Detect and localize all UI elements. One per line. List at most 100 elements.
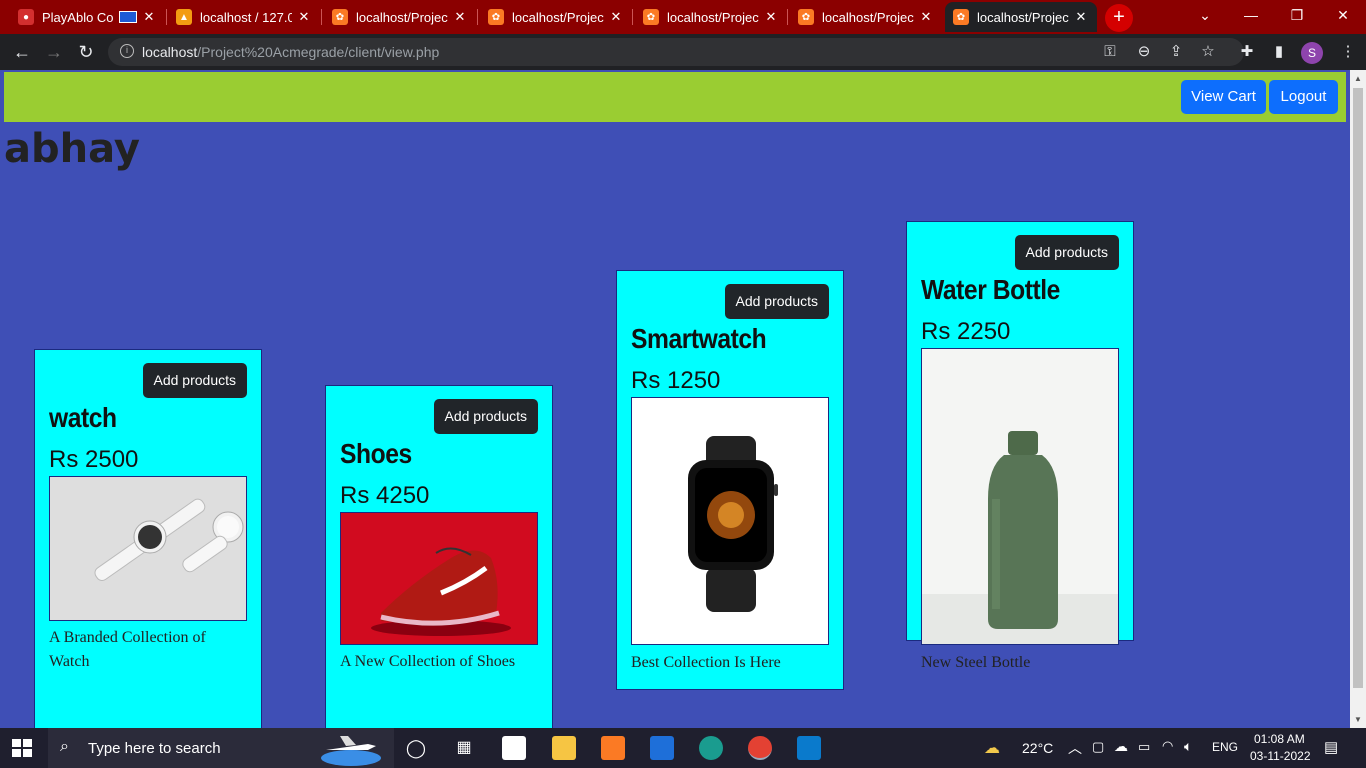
show-hidden-icons-icon[interactable]: ︿ <box>1068 738 1082 758</box>
news-app-icon[interactable] <box>650 736 674 760</box>
share-icon[interactable]: ⇪ <box>1166 42 1186 62</box>
product-description: Best Collection Is Here <box>631 654 781 671</box>
windows-start-icon[interactable] <box>8 736 36 760</box>
side-panel-icon[interactable]: ▮ <box>1269 42 1289 62</box>
tab-title: localhost/Project <box>667 9 759 25</box>
close-tab-icon[interactable]: ✕ <box>1073 9 1089 25</box>
tab-title: localhost/Project <box>822 9 914 25</box>
product-name: Smartwatch <box>631 323 767 354</box>
tab-search-icon[interactable]: ⌄ <box>1182 0 1228 32</box>
tab-playablo[interactable]: ● PlayAblo Co ✕ <box>10 2 165 32</box>
restore-icon[interactable]: ❐ <box>1274 0 1320 32</box>
taskbar-search-box[interactable]: ⌕ Type here to search <box>48 728 394 768</box>
product-name: Shoes <box>340 438 412 469</box>
scroll-up-icon[interactable]: ▲ <box>1354 74 1362 83</box>
onedrive-icon[interactable]: ☁ <box>1114 738 1128 755</box>
clock-time[interactable]: 01:08 AM <box>1254 732 1305 746</box>
add-product-button[interactable]: Add products <box>433 399 538 434</box>
add-product-button[interactable]: Add products <box>142 363 247 398</box>
screen-share-icon <box>119 11 137 23</box>
xampp-icon: ✿ <box>953 9 969 25</box>
tab-project-1[interactable]: ✿ localhost/Project ✕ <box>324 2 476 32</box>
widgets-icon[interactable]: ▦ <box>452 736 476 760</box>
bookmark-star-icon[interactable]: ☆ <box>1198 42 1218 62</box>
product-description: A New Collection of Shoes <box>340 653 516 670</box>
volume-icon[interactable]: 🔈︎ <box>1184 738 1192 755</box>
language-indicator[interactable]: ENG <box>1212 740 1238 754</box>
edge-icon[interactable] <box>699 736 723 760</box>
product-image <box>631 397 829 645</box>
product-card: Add products Shoes Rs 4250 A New Collect… <box>325 385 553 728</box>
close-tab-icon[interactable]: ✕ <box>296 9 312 25</box>
weather-temp[interactable]: 22°C <box>1022 740 1053 756</box>
close-tab-icon[interactable]: ✕ <box>141 9 157 25</box>
menu-icon[interactable]: ⋮ <box>1338 42 1358 62</box>
extensions-icon[interactable]: ✚ <box>1237 42 1257 62</box>
xampp-icon: ✿ <box>798 9 814 25</box>
page-content: View Cart Logout abhay Add products watc… <box>0 70 1350 728</box>
black-smartwatch-photo <box>632 398 828 644</box>
product-card: Add products Smartwatch Rs 1250 Best Col… <box>616 270 844 690</box>
product-price: Rs 2250 <box>921 318 1011 345</box>
tab-project-4[interactable]: ✿ localhost/Project ✕ <box>790 2 942 32</box>
page-scrollbar[interactable]: ▲ ▼ <box>1350 70 1366 728</box>
back-icon[interactable]: ← <box>8 38 36 66</box>
device-icon[interactable]: ▢ <box>1092 739 1104 755</box>
phpmyadmin-icon: ▲ <box>176 9 192 25</box>
close-tab-icon[interactable]: ✕ <box>452 9 468 25</box>
url-text: localhost/Project%20Acmegrade/client/vie… <box>142 44 440 60</box>
user-name-heading: abhay <box>4 126 140 172</box>
weather-icon[interactable]: ☁ <box>984 738 1000 758</box>
product-description: A Branded Collection of Watch <box>49 629 206 670</box>
profile-avatar[interactable]: S <box>1301 42 1323 64</box>
key-icon[interactable]: ⚿ <box>1100 42 1120 62</box>
search-icon: ⌕ <box>60 738 69 755</box>
system-tray: ☁ 22°C ︿ ▢ ☁ ▭ ◠ 🔈︎ ENG 01:08 AM 03-11-2… <box>982 728 1366 768</box>
address-bar[interactable]: i localhost/Project%20Acmegrade/client/v… <box>108 38 1244 66</box>
file-explorer-icon[interactable] <box>552 736 576 760</box>
green-bottle-photo <box>922 349 1118 644</box>
tab-title: localhost / 127.0. <box>200 9 292 25</box>
add-product-button[interactable]: Add products <box>1014 235 1119 270</box>
close-tab-icon[interactable]: ✕ <box>918 9 934 25</box>
scroll-down-icon[interactable]: ▼ <box>1354 715 1362 724</box>
chrome-icon[interactable] <box>748 736 772 760</box>
close-tab-icon[interactable]: ✕ <box>608 9 624 25</box>
reload-icon[interactable]: ↻ <box>72 38 100 66</box>
notification-icon[interactable]: ▤ <box>1324 738 1338 756</box>
search-placeholder: Type here to search <box>88 740 221 757</box>
airplane-illustration-icon <box>321 736 381 766</box>
product-price: Rs 1250 <box>631 367 721 394</box>
tab-project-3[interactable]: ✿ localhost/Project ✕ <box>635 2 787 32</box>
tab-phpmyadmin[interactable]: ▲ localhost / 127.0. ✕ <box>168 2 320 32</box>
battery-icon[interactable]: ▭ <box>1138 739 1150 755</box>
site-info-icon[interactable]: i <box>120 44 134 58</box>
playablo-icon: ● <box>18 9 34 25</box>
zoom-icon[interactable]: ⊖ <box>1134 42 1154 62</box>
new-tab-button[interactable]: + <box>1105 4 1133 32</box>
close-window-icon[interactable]: ✕ <box>1320 0 1366 32</box>
product-image <box>49 476 247 621</box>
tab-title: localhost/Project <box>977 9 1069 25</box>
wifi-icon[interactable]: ◠ <box>1162 738 1173 754</box>
store-icon[interactable] <box>502 736 526 760</box>
xampp-app-icon[interactable] <box>601 736 625 760</box>
product-price: Rs 4250 <box>340 482 430 509</box>
xampp-icon: ✿ <box>643 9 659 25</box>
task-view-icon[interactable]: ◯ <box>404 736 428 760</box>
logout-button[interactable]: Logout <box>1269 80 1338 114</box>
scroll-thumb[interactable] <box>1353 88 1363 688</box>
tab-project-active[interactable]: ✿ localhost/Project ✕ <box>945 2 1097 32</box>
forward-icon[interactable]: → <box>40 38 68 66</box>
top-navbar: View Cart Logout <box>4 72 1346 122</box>
xampp-icon: ✿ <box>488 9 504 25</box>
white-smartwatch-photo <box>50 477 246 620</box>
minimize-icon[interactable]: — <box>1228 0 1274 32</box>
tab-project-2[interactable]: ✿ localhost/Project ✕ <box>480 2 632 32</box>
clock-date[interactable]: 03-11-2022 <box>1250 749 1311 763</box>
view-cart-button[interactable]: View Cart <box>1181 80 1266 114</box>
close-tab-icon[interactable]: ✕ <box>763 9 779 25</box>
vscode-icon[interactable] <box>797 736 821 760</box>
product-image <box>921 348 1119 645</box>
add-product-button[interactable]: Add products <box>724 284 829 319</box>
